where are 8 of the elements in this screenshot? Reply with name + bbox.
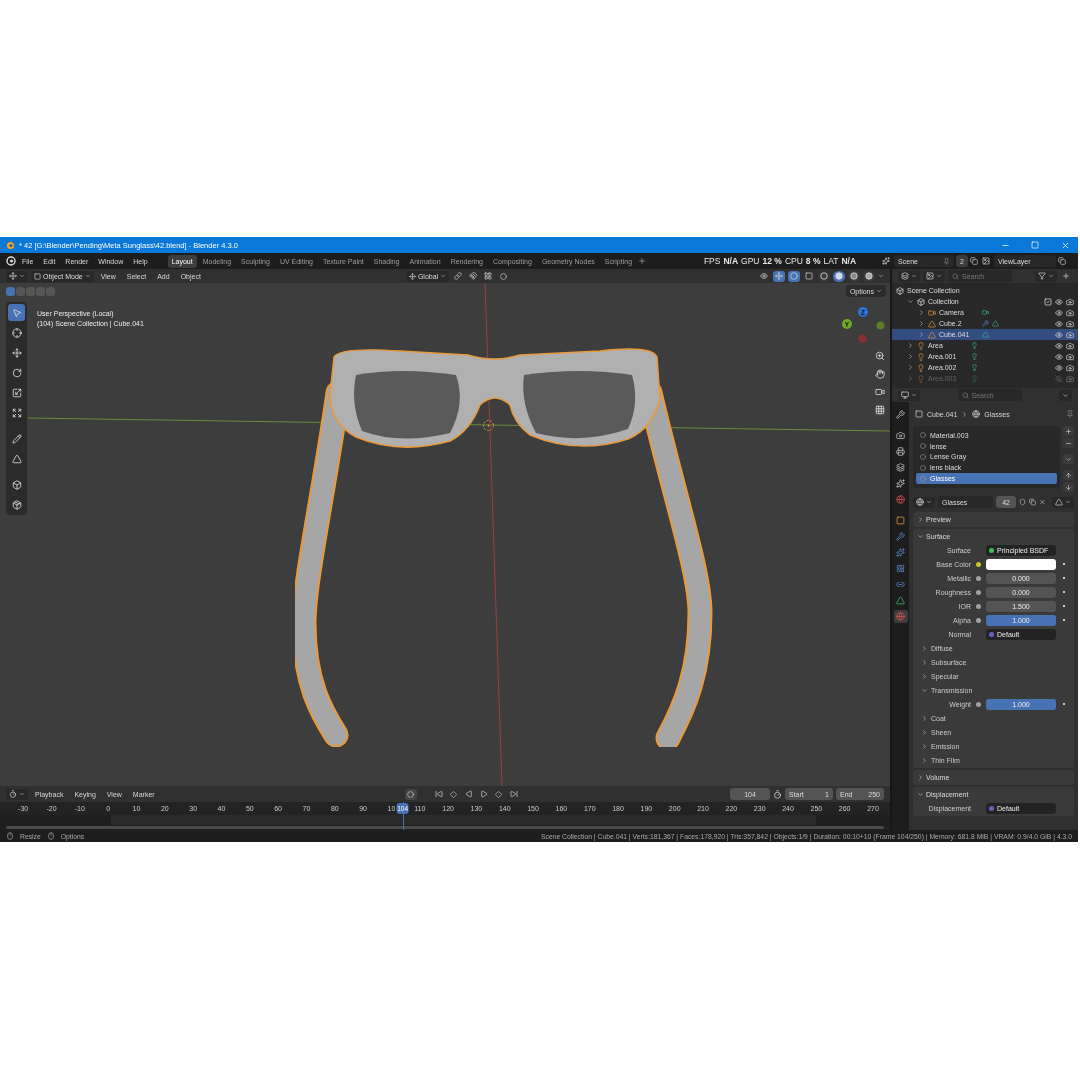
stat-label: GPU (741, 256, 760, 266)
stat-label: CPU (784, 256, 803, 266)
stat-value: 12 % (762, 256, 782, 266)
stat-label: LAT (823, 256, 839, 266)
stat-label: FPS (703, 256, 721, 266)
stat-value: N/A (723, 256, 739, 266)
stat-value: N/A (841, 256, 857, 266)
stat-value: 8 % (805, 256, 821, 266)
